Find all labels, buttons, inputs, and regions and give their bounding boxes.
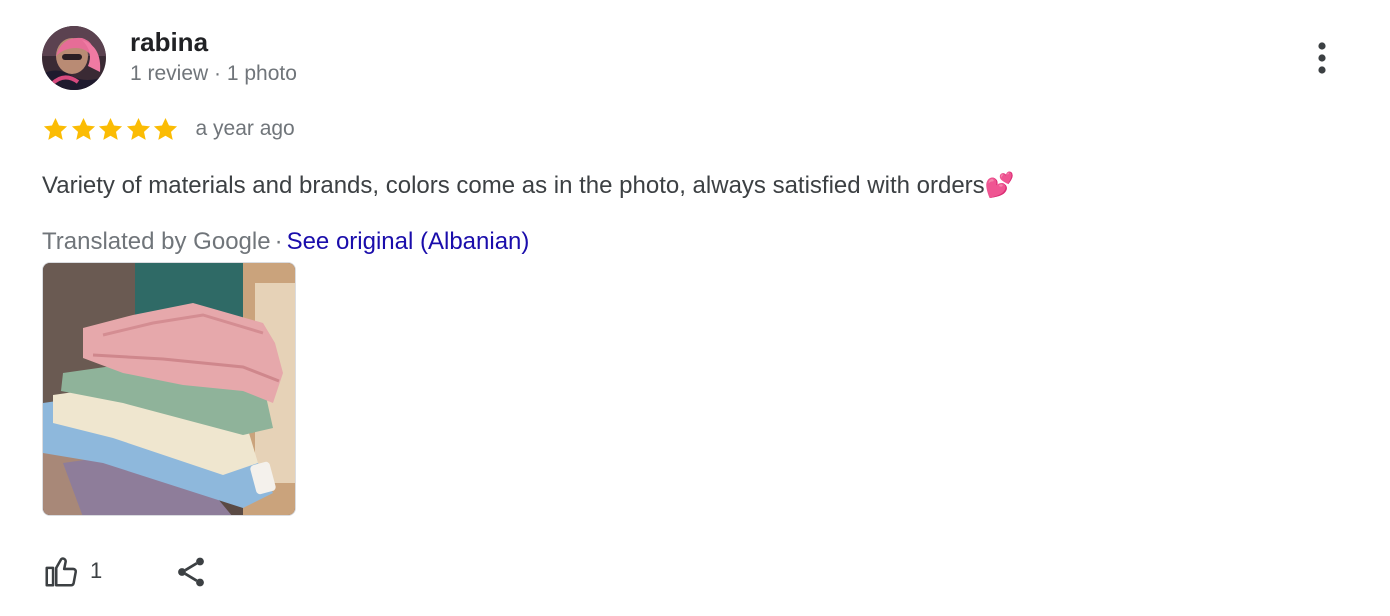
star-icon (153, 117, 178, 140)
translated-by-label: Translated by Google (42, 228, 271, 255)
star-icon (71, 117, 95, 140)
avatar[interactable] (42, 26, 106, 90)
more-vert-icon (1318, 42, 1326, 74)
see-original-link[interactable]: See original (Albanian) (287, 228, 530, 255)
more-options-button[interactable] (1300, 36, 1344, 80)
review-time: a year ago (195, 117, 295, 140)
review-text: Variety of materials and brands, colors … (42, 172, 1015, 199)
translation-separator: · (274, 228, 283, 255)
review-card: rabina 1 review · 1 photo a year ago Var… (0, 0, 1390, 616)
star-icon (126, 117, 150, 140)
share-button[interactable] (170, 550, 212, 594)
share-icon (178, 557, 204, 587)
translation-info: Translated by Google · See original (Alban… (42, 226, 529, 258)
thumb-up-icon (45, 557, 78, 587)
rating-row: a year ago (42, 114, 295, 144)
like-button[interactable]: 1 (42, 548, 102, 594)
author-meta: 1 review · 1 photo (130, 62, 297, 85)
author-name[interactable]: rabina (130, 27, 208, 58)
star-icon (43, 117, 68, 140)
review-photo[interactable] (42, 262, 296, 516)
star-rating (42, 116, 180, 143)
like-count: 1 (90, 558, 103, 583)
star-icon (98, 117, 123, 140)
